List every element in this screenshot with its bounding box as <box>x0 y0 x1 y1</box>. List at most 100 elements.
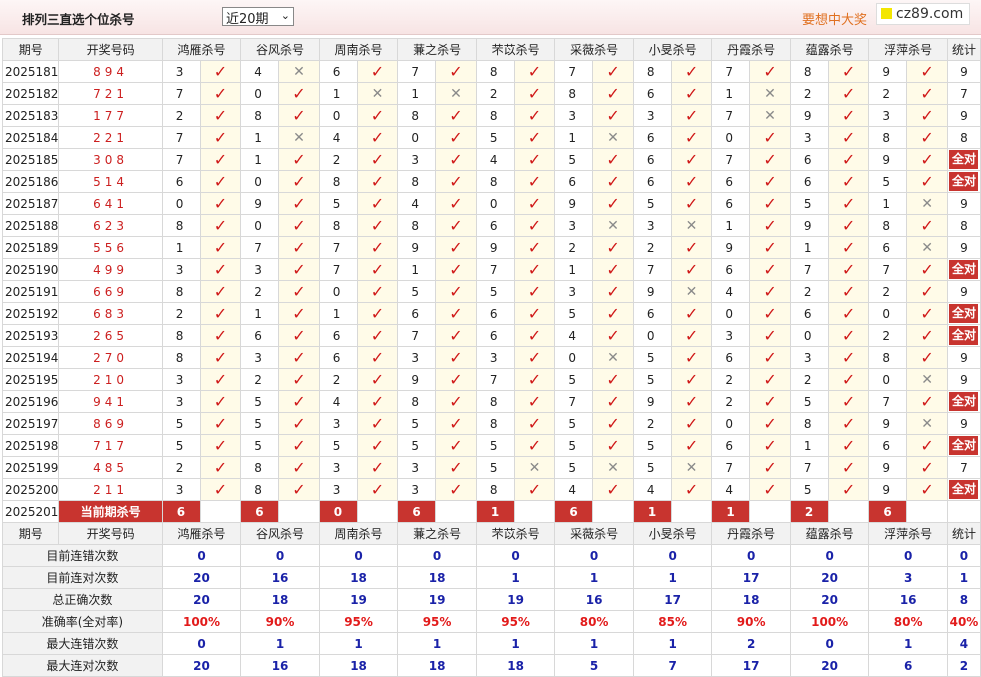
kill-value-cell: 2 <box>475 82 515 105</box>
result-mark-cell: ✓ <box>278 192 320 215</box>
result-mark-cell: ✓ <box>670 126 713 149</box>
col-header-expert[interactable]: 丹霞杀号 <box>711 522 791 545</box>
result-mark-cell: ✓ <box>513 60 556 83</box>
col-header-expert[interactable]: 鸿雁杀号 <box>161 522 242 545</box>
check-icon: ✓ <box>527 83 542 103</box>
col-header-expert[interactable]: 谷风杀号 <box>240 38 320 61</box>
result-mark-cell: ✓ <box>435 368 477 391</box>
all-correct-badge: 全对 <box>949 480 979 499</box>
kill-value-cell: 8 <box>475 390 515 413</box>
kill-value-cell: 5 <box>632 368 672 391</box>
result-mark-cell: ✓ <box>906 170 948 193</box>
kill-value-cell: 6 <box>161 170 201 193</box>
col-header-expert[interactable]: 蒹之杀号 <box>397 522 477 545</box>
result-mark-cell: ✓ <box>435 456 477 479</box>
result-mark-cell: ✓ <box>278 104 320 127</box>
col-header-expert[interactable]: 蕴露杀号 <box>789 522 870 545</box>
result-mark-cell: ✓ <box>749 192 791 215</box>
kill-value-cell: 8 <box>475 104 515 127</box>
result-mark-cell: ✓ <box>435 126 477 149</box>
result-mark-cell: ✕ <box>749 82 791 105</box>
check-icon: ✓ <box>449 303 463 323</box>
check-icon: ✓ <box>213 325 228 345</box>
table-row: 2025186 514 6 ✓ 0 ✓ 8 ✓ 8 ✓ 8 ✓ 6 ✓ 6 ✓ 6 ✓ 6 ✓ 5 ✓ 全对 <box>1 170 981 193</box>
result-mark-cell: ✓ <box>356 258 399 281</box>
table-row: 2025199 485 2 ✓ 8 ✓ 3 ✓ 3 ✓ 5 ✕ 5 ✕ 5 ✕ 7 ✓ 7 ✓ 9 ✓ 7 <box>1 456 981 479</box>
check-icon: ✓ <box>606 281 620 301</box>
result-mark-cell: ✓ <box>670 258 713 281</box>
kill-value-cell: 6 <box>318 60 358 83</box>
col-header-expert[interactable]: 谷风杀号 <box>240 522 320 545</box>
check-icon: ✓ <box>527 281 542 301</box>
result-mark-cell: ✓ <box>749 302 791 325</box>
kill-value-cell: 5 <box>554 434 594 457</box>
kill-value-cell: 7 <box>711 148 751 171</box>
row-stat-cell: 全对 <box>946 324 981 347</box>
check-icon: ✓ <box>684 105 699 125</box>
col-header-expert[interactable]: 丹霞杀号 <box>711 38 791 61</box>
page-title: 排列三直选个位杀号 <box>22 12 135 27</box>
check-icon: ✓ <box>763 61 777 81</box>
check-icon: ✓ <box>527 303 542 323</box>
result-mark-cell: ✓ <box>513 192 556 215</box>
kill-value-cell: 0 <box>475 192 515 215</box>
current-stat-cell <box>946 500 981 523</box>
col-header-expert[interactable]: 浮萍杀号 <box>868 38 948 61</box>
kill-value-cell: 9 <box>397 236 437 259</box>
result-mark-cell: ✓ <box>906 258 948 281</box>
period-cell: 2025193 <box>1 324 60 347</box>
period-cell: 2025200 <box>1 478 60 501</box>
result-mark-cell: ✓ <box>435 170 477 193</box>
check-icon: ✓ <box>684 149 699 169</box>
col-header-expert[interactable]: 周南杀号 <box>318 522 399 545</box>
check-icon: ✓ <box>292 369 306 389</box>
kill-value-cell: 1 <box>240 302 280 325</box>
col-header-expert[interactable]: 蒹之杀号 <box>397 38 477 61</box>
draw-number-cell: 499 <box>58 258 163 281</box>
result-mark-cell: ✓ <box>827 60 870 83</box>
current-kill-value: 6 <box>161 500 201 523</box>
col-header-expert[interactable]: 浮萍杀号 <box>868 522 948 545</box>
row-stat-value: 9 <box>960 350 968 365</box>
result-mark-cell: ✓ <box>356 104 399 127</box>
check-icon: ✓ <box>292 237 306 257</box>
col-header-expert[interactable]: 芣苡杀号 <box>475 38 556 61</box>
col-header-expert[interactable]: 采薇杀号 <box>554 38 634 61</box>
result-mark-cell: ✓ <box>356 214 399 237</box>
col-header-expert[interactable]: 蕴露杀号 <box>789 38 870 61</box>
col-header-expert[interactable]: 鸿雁杀号 <box>161 38 242 61</box>
result-mark-cell: ✓ <box>670 324 713 347</box>
current-empty-cell <box>827 500 870 523</box>
slogan-link[interactable]: 要想中大奖 <box>802 9 867 28</box>
col-header-period: 期号 <box>1 38 60 61</box>
col-header-expert[interactable]: 周南杀号 <box>318 38 399 61</box>
check-icon: ✓ <box>684 127 699 147</box>
kill-value-cell: 0 <box>632 324 672 347</box>
kill-value-cell: 8 <box>475 412 515 435</box>
kill-value-cell: 3 <box>161 258 201 281</box>
kill-value-cell: 2 <box>711 368 751 391</box>
stats-value: 7 <box>632 654 713 677</box>
stats-value: 1 <box>868 632 948 655</box>
stats-value: 6 <box>868 654 948 677</box>
result-mark-cell: ✓ <box>278 214 320 237</box>
result-mark-cell: ✓ <box>513 104 556 127</box>
stats-row: 总正确次数 20 18 19 19 19 16 17 18 20 16 8 <box>2 588 981 611</box>
draw-number-cell: 556 <box>58 236 163 259</box>
result-mark-cell: ✓ <box>592 434 634 457</box>
check-icon: ✓ <box>449 413 463 433</box>
kill-value-cell: 5 <box>161 412 201 435</box>
col-header-expert[interactable]: 采薇杀号 <box>554 522 634 545</box>
check-icon: ✓ <box>292 149 306 169</box>
kill-value-cell: 9 <box>632 390 672 413</box>
col-header-expert[interactable]: 小旻杀号 <box>632 38 713 61</box>
result-mark-cell: ✓ <box>749 368 791 391</box>
col-header-expert[interactable]: 小旻杀号 <box>632 522 713 545</box>
result-mark-cell: ✓ <box>749 280 791 303</box>
check-icon: ✓ <box>606 149 620 169</box>
col-header-expert[interactable]: 芣苡杀号 <box>475 522 556 545</box>
result-mark-cell: ✓ <box>513 478 556 501</box>
header-row: 期号 开奖号码 鸿雁杀号 谷风杀号 周南杀号 蒹之杀号 芣苡杀号 采薇杀号 小旻杀号 丹霞杀号 蕴露… <box>1 522 981 545</box>
period-range-select[interactable]: 近20期 ⌄ <box>222 7 294 27</box>
result-mark-cell: ✓ <box>670 434 713 457</box>
